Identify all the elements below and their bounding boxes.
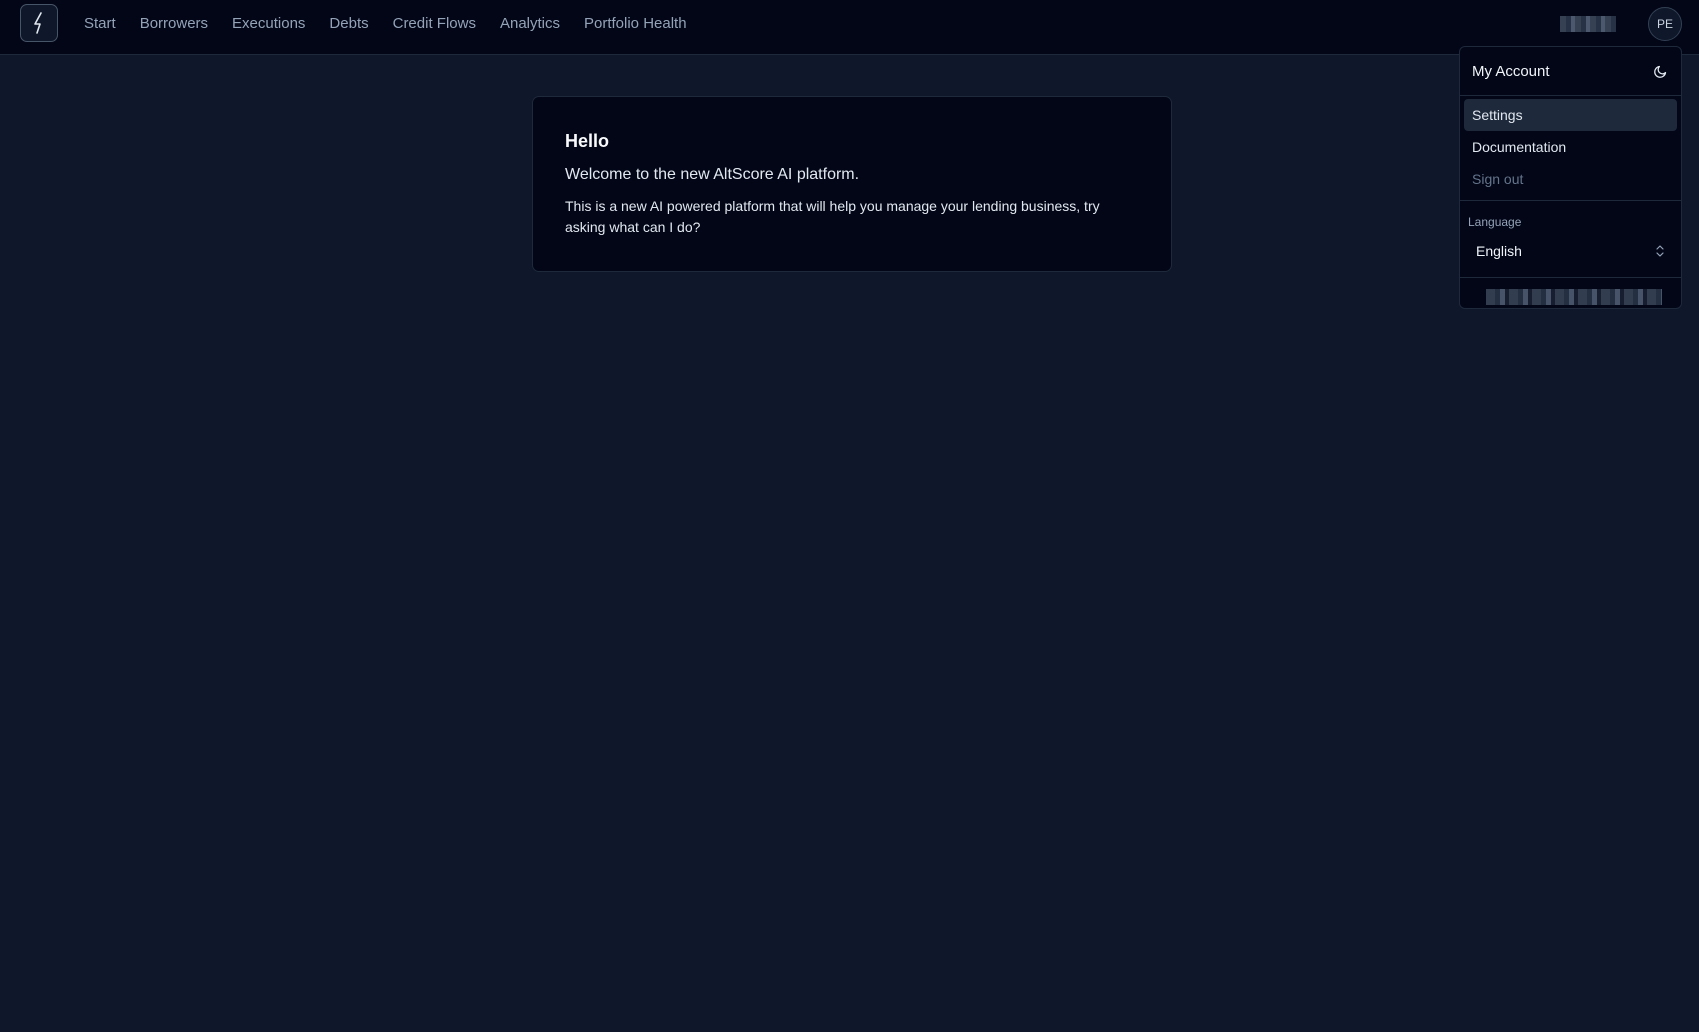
language-select[interactable]: English (1468, 235, 1673, 267)
menu-divider (1460, 277, 1681, 278)
redacted-user-name (1560, 16, 1616, 32)
account-menu-title: My Account (1472, 62, 1550, 80)
menu-item-documentation[interactable]: Documentation (1464, 131, 1677, 163)
menu-divider (1460, 200, 1681, 201)
redacted-account-info (1486, 289, 1662, 305)
nav-item-credit-flows[interactable]: Credit Flows (393, 15, 476, 32)
menu-divider (1460, 95, 1681, 96)
nav-item-portfolio-health[interactable]: Portfolio Health (584, 15, 687, 32)
menu-item-settings[interactable]: Settings (1464, 99, 1677, 131)
lightning-bolt-icon (34, 12, 42, 34)
nav-item-borrowers[interactable]: Borrowers (140, 15, 208, 32)
main-nav: Start Borrowers Executions Debts Credit … (84, 0, 687, 47)
top-navigation-bar: Start Borrowers Executions Debts Credit … (0, 0, 1699, 55)
app-logo[interactable] (20, 4, 58, 42)
nav-item-start[interactable]: Start (84, 15, 116, 32)
menu-item-sign-out[interactable]: Sign out (1464, 163, 1677, 195)
avatar[interactable]: PE (1648, 7, 1682, 41)
nav-item-debts[interactable]: Debts (329, 15, 368, 32)
welcome-title: Hello (565, 131, 610, 151)
language-value: English (1476, 243, 1522, 259)
account-dropdown-menu: My Account Settings Documentation Sign o… (1459, 46, 1682, 309)
language-label: Language (1468, 215, 1522, 229)
account-menu-header: My Account (1460, 47, 1681, 95)
welcome-subtitle: Welcome to the new AltScore AI platform. (565, 166, 860, 183)
welcome-card: Hello Welcome to the new AltScore AI pla… (532, 96, 1172, 272)
nav-item-analytics[interactable]: Analytics (500, 15, 560, 32)
moon-icon[interactable] (1653, 63, 1669, 79)
welcome-body: This is a new AI powered platform that w… (565, 198, 1100, 235)
nav-item-executions[interactable]: Executions (232, 15, 305, 32)
chevron-up-down-icon (1656, 245, 1664, 257)
